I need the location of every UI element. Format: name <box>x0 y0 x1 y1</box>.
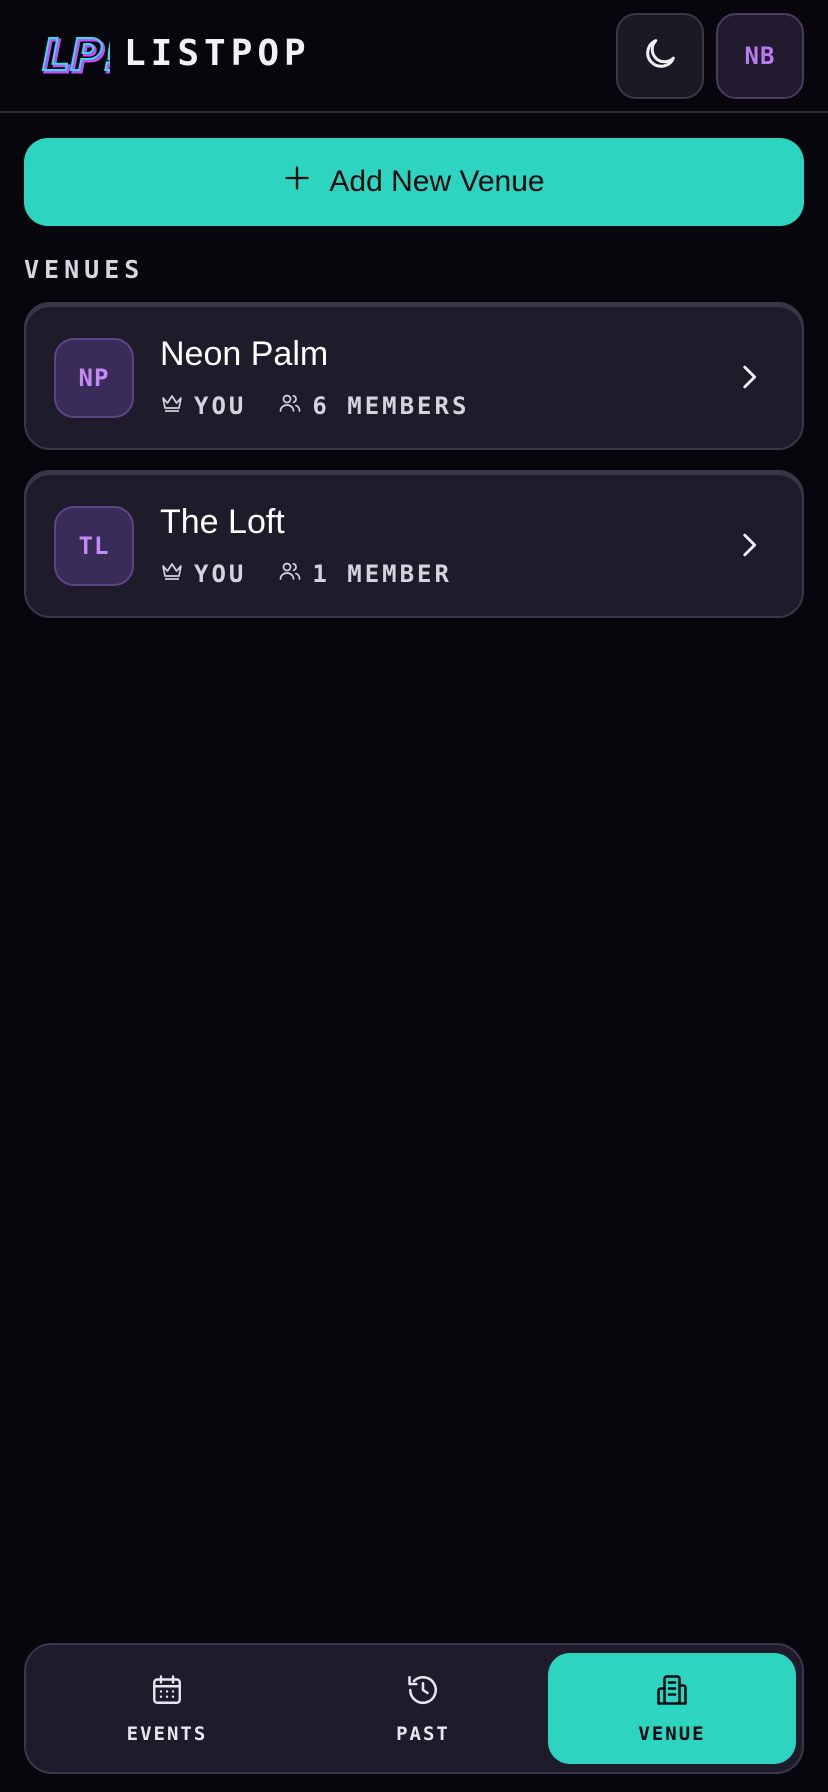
venue-meta: YOU 6 MEMBERS <box>160 390 469 422</box>
nav-events-label: EVENTS <box>126 1723 208 1745</box>
crown-icon <box>160 391 184 421</box>
nav-tab-events[interactable]: EVENTS <box>42 1653 292 1764</box>
crown-icon <box>160 559 184 589</box>
venue-members: 1 MEMBER <box>312 560 452 588</box>
nav-past-label: PAST <box>396 1723 450 1745</box>
nav-tab-past[interactable]: PAST <box>298 1653 548 1764</box>
theme-toggle-button[interactable] <box>616 13 704 99</box>
venue-meta: YOU 1 MEMBER <box>160 558 452 590</box>
user-avatar-button[interactable]: NB <box>716 13 804 99</box>
add-new-venue-label: Add New Venue <box>329 165 545 198</box>
chevron-right-icon <box>732 360 766 394</box>
building-icon <box>654 1672 690 1713</box>
app-header: LP! LP! LISTPOP NB <box>0 0 828 113</box>
venue-badge: NP <box>54 338 134 418</box>
venue-card-neon-palm[interactable]: NP Neon Palm YOU 6 MEMBERS <box>24 302 804 450</box>
moon-icon <box>640 34 680 79</box>
venue-name: Neon Palm <box>160 335 329 373</box>
venue-members: 6 MEMBERS <box>312 392 470 420</box>
chevron-right-icon <box>732 528 766 562</box>
bottom-nav: EVENTS PAST VENUE <box>24 1643 804 1774</box>
members-icon <box>278 559 302 589</box>
nav-tab-venue[interactable]: VENUE <box>548 1653 796 1764</box>
venue-badge: TL <box>54 506 134 586</box>
brand-title: LISTPOP <box>124 33 311 74</box>
members-icon <box>278 391 302 421</box>
venue-card-the-loft[interactable]: TL The Loft YOU 1 MEMBER <box>24 470 804 618</box>
nav-venue-label: VENUE <box>638 1723 706 1745</box>
history-icon <box>405 1672 441 1713</box>
venue-owner: YOU <box>194 560 247 588</box>
calendar-icon <box>149 1672 185 1713</box>
venue-owner: YOU <box>194 392 247 420</box>
venue-name: The Loft <box>160 503 285 541</box>
add-new-venue-button[interactable]: Add New Venue <box>24 138 804 226</box>
plus-icon <box>283 164 311 200</box>
listpop-logo: LP! LP! <box>40 24 126 85</box>
svg-text:LP!: LP! <box>42 30 110 81</box>
venues-section-label: VENUES <box>24 255 145 284</box>
